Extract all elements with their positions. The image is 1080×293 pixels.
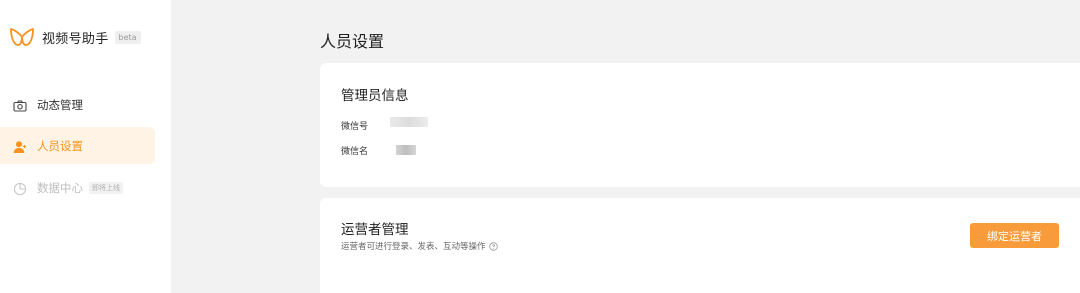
channels-logo-icon bbox=[9, 26, 35, 48]
wechat-name-value-redacted bbox=[396, 145, 416, 155]
page-title: 人员设置 bbox=[320, 32, 385, 51]
user-icon bbox=[13, 139, 27, 153]
camera-icon bbox=[13, 98, 27, 112]
sidebar-item-data-center[interactable]: 数据中心 即将上线 bbox=[0, 169, 155, 206]
bind-operator-button[interactable]: 绑定运营者 bbox=[970, 223, 1059, 248]
operator-description: 运营者可进行登录、发表、互动等操作 bbox=[341, 240, 498, 252]
sidebar-item-dynamic-management[interactable]: 动态管理 bbox=[0, 86, 155, 123]
operator-description-text: 运营者可进行登录、发表、互动等操作 bbox=[341, 242, 486, 252]
sidebar-item-people-settings[interactable]: 人员设置 bbox=[0, 127, 155, 164]
sidebar-item-label: 人员设置 bbox=[37, 138, 83, 153]
wechat-name-label: 微信名 bbox=[341, 147, 369, 157]
brand-name: 视频号助手 bbox=[42, 31, 109, 47]
coming-soon-badge: 即将上线 bbox=[89, 181, 123, 194]
admin-info-card: 管理员信息 微信号 微信名 bbox=[320, 63, 1080, 187]
info-icon[interactable] bbox=[488, 241, 498, 251]
wechat-id-value-redacted bbox=[390, 117, 428, 127]
operator-management-title: 运营者管理 bbox=[341, 222, 409, 238]
admin-info-title: 管理员信息 bbox=[341, 88, 409, 104]
pie-chart-icon bbox=[13, 181, 27, 195]
sidebar-item-label: 数据中心 bbox=[37, 180, 83, 195]
sidebar-item-label: 动态管理 bbox=[37, 97, 83, 112]
brand[interactable]: 视频号助手 beta bbox=[9, 24, 141, 50]
beta-badge: beta bbox=[114, 30, 141, 44]
operator-management-card: 运营者管理 运营者可进行登录、发表、互动等操作 绑定运营者 bbox=[320, 198, 1080, 293]
sidebar: 视频号助手 beta 动态管理 人员设置 数据中心 即将上线 bbox=[0, 0, 171, 293]
wechat-id-label: 微信号 bbox=[341, 122, 369, 132]
